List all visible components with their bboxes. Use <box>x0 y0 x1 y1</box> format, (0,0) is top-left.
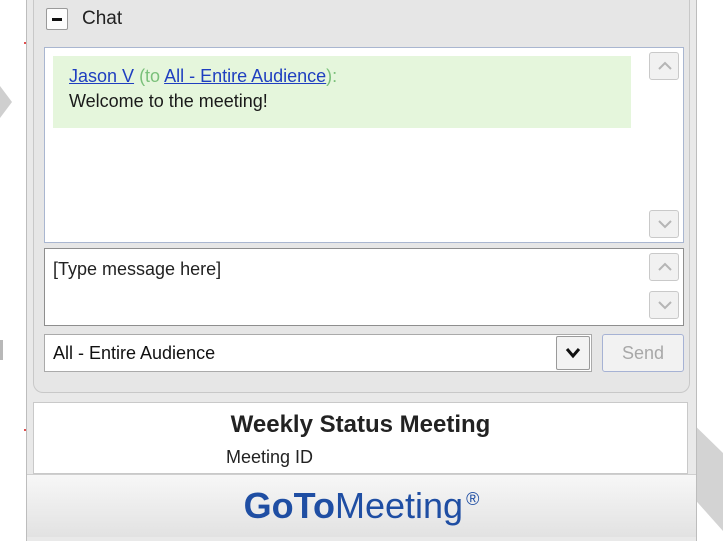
scroll-down-icon[interactable] <box>649 210 679 238</box>
scroll-down-icon[interactable] <box>649 291 679 319</box>
message-sender[interactable]: Jason V <box>69 66 134 86</box>
recipient-select[interactable]: All - Entire Audience <box>44 334 592 372</box>
chat-pane: Chat Jason V (to All - Entire Audience):… <box>33 0 690 393</box>
message-recipient[interactable]: All - Entire Audience <box>164 66 326 86</box>
message-text: Welcome to the meeting! <box>69 91 268 111</box>
edge-decoration <box>0 340 3 360</box>
send-button[interactable]: Send <box>602 334 684 372</box>
meeting-id-label: Meeting ID <box>226 447 314 467</box>
recipient-select-value: All - Entire Audience <box>53 343 216 363</box>
slide-arrow-decoration <box>0 78 12 126</box>
message-compose-box <box>44 248 684 326</box>
compose-scrollbar[interactable] <box>649 253 679 321</box>
message-input[interactable] <box>53 259 633 315</box>
meeting-info: Weekly Status Meeting Meeting ID <box>33 402 688 474</box>
gotomeeting-panel: Chat Jason V (to All - Entire Audience):… <box>26 0 697 541</box>
brand-footer: GoToMeeting ® <box>27 474 696 537</box>
dropdown-arrow-icon[interactable] <box>556 336 590 370</box>
message-to-suffix: ): <box>326 66 338 86</box>
messages-scrollbar[interactable] <box>649 52 679 238</box>
meeting-title: Weekly Status Meeting <box>230 411 491 438</box>
message-to-prefix: (to <box>139 66 165 86</box>
collapse-icon[interactable] <box>46 8 68 30</box>
chat-message: Jason V (to All - Entire Audience): Welc… <box>53 56 631 128</box>
gotomeeting-logo: GoToMeeting ® <box>243 485 480 526</box>
chat-messages: Jason V (to All - Entire Audience): Welc… <box>44 47 684 243</box>
chat-title: Chat <box>82 8 123 29</box>
scroll-up-icon[interactable] <box>649 52 679 80</box>
scroll-up-icon[interactable] <box>649 253 679 281</box>
